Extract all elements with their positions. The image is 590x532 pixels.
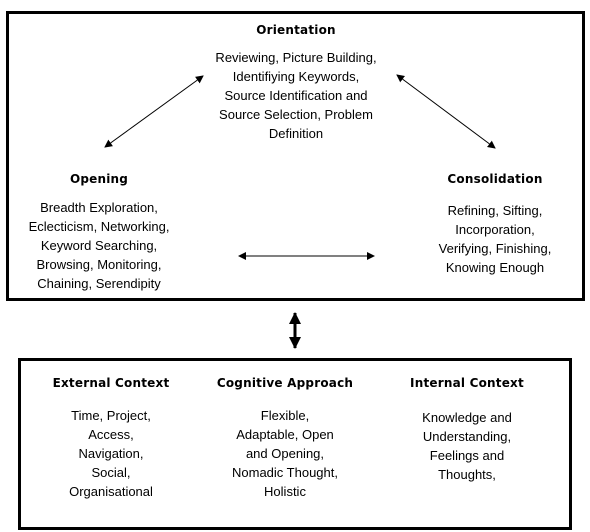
opening-node: Opening Breadth Exploration, Eclecticism…: [29, 172, 170, 293]
external-context-line: Navigation,: [78, 446, 144, 461]
cognitive-approach-line: Holistic: [264, 484, 306, 499]
orientation-title: Orientation: [256, 23, 336, 37]
orientation-line: Source Identification and: [224, 88, 368, 103]
cognitive-approach-node: Cognitive Approach Flexible, Adaptable, …: [217, 376, 353, 501]
internal-context-node: Internal Context Knowledge and Understan…: [410, 376, 524, 484]
internal-context-line: Knowledge and: [422, 410, 512, 425]
cognitive-approach-line: Flexible,: [260, 408, 310, 423]
external-context-line: Access,: [88, 427, 134, 442]
cognitive-approach-line: Adaptable, Open: [236, 427, 334, 442]
consolidation-body: Refining, Sifting, Incorporation, Verify…: [439, 201, 552, 277]
orientation-line: Reviewing, Picture Building,: [215, 50, 377, 65]
external-context-line: Time, Project,: [71, 408, 151, 423]
internal-context-line: Thoughts,: [438, 467, 496, 482]
opening-body: Breadth Exploration, Eclecticism, Networ…: [29, 198, 170, 293]
external-context-body: Time, Project, Access, Navigation, Socia…: [53, 406, 170, 501]
opening-line: Keyword Searching,: [40, 238, 158, 253]
internal-context-body: Knowledge and Understanding, Feelings an…: [410, 408, 524, 484]
cognitive-approach-title: Cognitive Approach: [216, 376, 354, 390]
orientation-body: Reviewing, Picture Building, Identifiyin…: [215, 48, 376, 143]
external-context-line: Social,: [91, 465, 131, 480]
opening-line: Eclecticism, Networking,: [28, 219, 170, 234]
opening-title: Opening: [69, 172, 129, 186]
cognitive-approach-line: and Opening,: [245, 446, 325, 461]
cognitive-approach-body: Flexible, Adaptable, Open and Opening, N…: [217, 406, 353, 501]
opening-line: Chaining, Serendipity: [37, 276, 161, 291]
opening-line: Breadth Exploration,: [40, 200, 158, 215]
orientation-line: Identifiying Keywords,: [232, 69, 360, 84]
consolidation-line: Verifying, Finishing,: [438, 241, 552, 256]
orientation-node: Orientation Reviewing, Picture Building,…: [215, 23, 376, 143]
cognitive-approach-line: Nomadic Thought,: [232, 465, 338, 480]
internal-context-line: Understanding,: [422, 429, 512, 444]
orientation-line: Source Selection, Problem: [219, 107, 373, 122]
external-context-title: External Context: [52, 376, 170, 390]
opening-line: Browsing, Monitoring,: [36, 257, 162, 272]
internal-context-title: Internal Context: [410, 376, 524, 390]
consolidation-line: Refining, Sifting,: [447, 203, 543, 218]
orientation-line: Definition: [268, 126, 324, 141]
external-context-node: External Context Time, Project, Access, …: [53, 376, 170, 501]
external-context-line: Organisational: [69, 484, 153, 499]
internal-context-line: Feelings and: [429, 448, 505, 463]
consolidation-node: Consolidation Refining, Sifting, Incorpo…: [439, 172, 552, 277]
consolidation-line: Knowing Enough: [445, 260, 545, 275]
consolidation-title: Consolidation: [447, 172, 543, 186]
consolidation-line: Incorporation,: [455, 222, 535, 237]
